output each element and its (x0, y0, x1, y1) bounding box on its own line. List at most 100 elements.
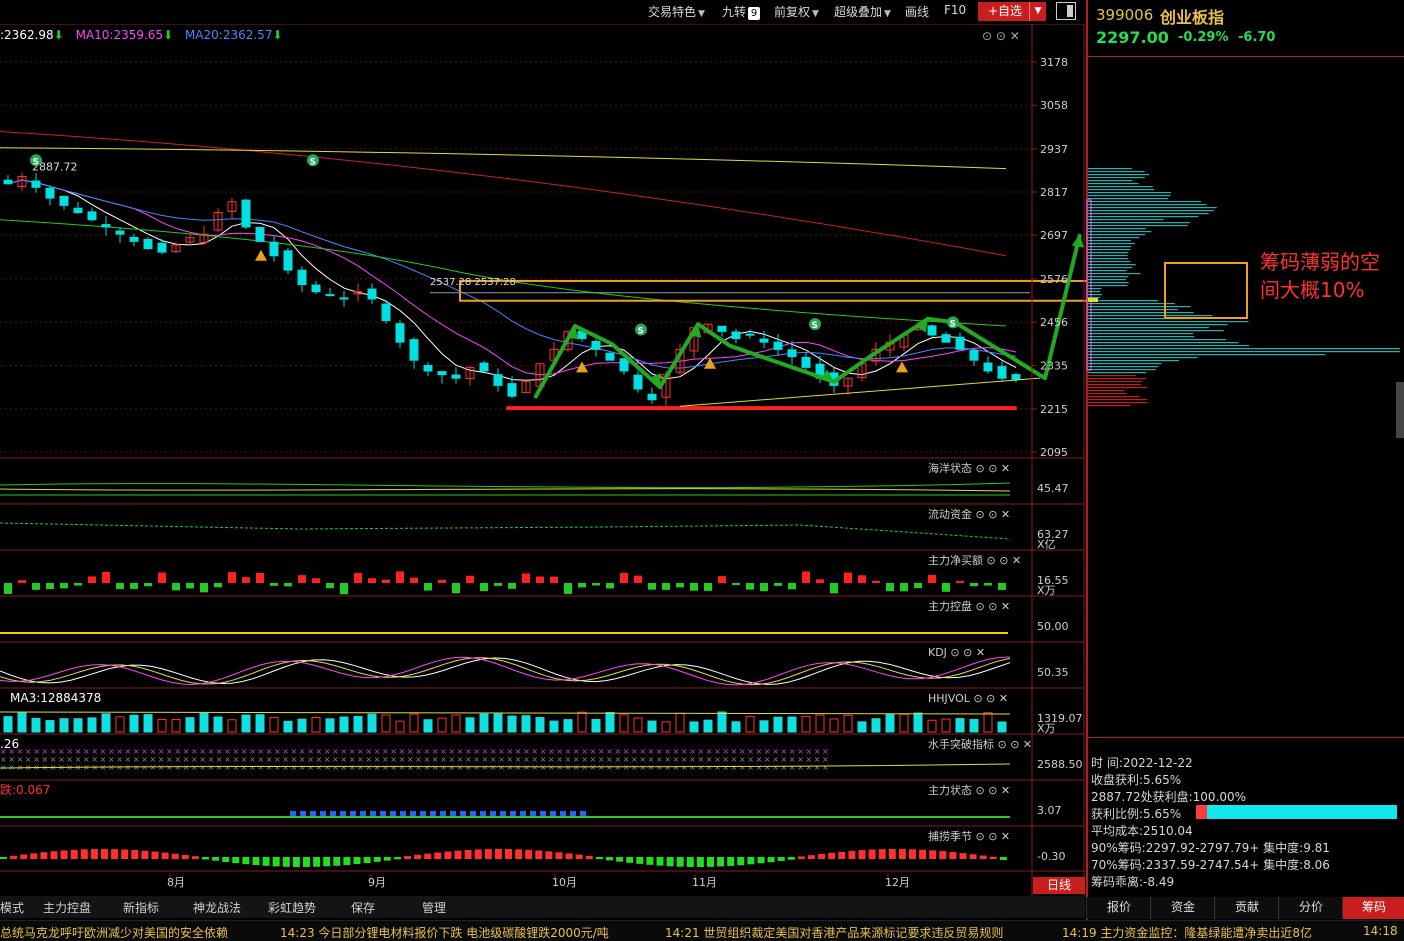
chip-profit-bar (1088, 405, 1131, 407)
sell-signal-text: S (812, 321, 818, 331)
volume-bar (283, 720, 293, 733)
netbuy-bar (214, 583, 222, 588)
tab-price-distribution[interactable]: 分价 (1278, 897, 1343, 919)
netbuy-bar (886, 583, 894, 592)
season-bar (404, 856, 411, 859)
season-bar (333, 857, 341, 866)
netbuy-bar (676, 583, 684, 588)
chip-loss-bar (1088, 240, 1131, 242)
panel-toggle-icon[interactable] (1056, 2, 1076, 20)
season-bar (828, 852, 836, 859)
menu-trading-features[interactable]: 交易特色 ▼ (648, 3, 705, 20)
season-bar (525, 849, 533, 859)
netbuy-bar (536, 576, 544, 583)
season-bar (757, 857, 765, 864)
season-bar (959, 853, 967, 859)
period-daily[interactable]: 日线 (1033, 877, 1085, 894)
candle-down (941, 334, 951, 343)
trend-line (679, 377, 1041, 407)
season-bar (0, 857, 7, 859)
tab-save[interactable]: 保存 (351, 899, 375, 916)
chip-loss-bar (1088, 195, 1171, 197)
volume-bar (45, 720, 55, 733)
tab-rainbow[interactable]: 彩虹趋势 (268, 899, 316, 916)
chip-loss-bar (1088, 276, 1129, 278)
chip-loss-bar (1088, 366, 1159, 368)
volume-bar (31, 717, 41, 733)
tab-funds[interactable]: 资金 (1150, 897, 1215, 919)
candle-down (619, 358, 629, 372)
season-bar (434, 852, 442, 859)
profit-ratio-bar (1196, 805, 1397, 819)
candle-down (801, 356, 811, 368)
menu-fq[interactable]: 前复权 ▼ (774, 3, 819, 20)
volume-bar (815, 714, 825, 733)
candle-down (367, 288, 377, 300)
season-bar (999, 857, 1007, 861)
season-bar (969, 854, 977, 859)
netbuy-bar (900, 583, 908, 592)
callout-box (1164, 262, 1248, 319)
stock-name: 创业板指 (1160, 8, 1225, 27)
netbuy-bar (18, 580, 26, 583)
tab-quote[interactable]: 报价 (1086, 897, 1151, 919)
tab-shenlong[interactable]: 神龙战法 (193, 899, 241, 916)
price-tick-label: 2456 (1040, 316, 1068, 329)
ticker-item[interactable]: 总统马克龙呼吁欧洲减少对美国的安全依赖 (0, 924, 228, 941)
state-bar (410, 811, 416, 816)
volume-bar (549, 720, 559, 733)
netbuy-bar (340, 583, 348, 595)
ticker-item[interactable]: 14:19 主力资金监控：隆基绿能遭净卖出近8亿 (1062, 924, 1312, 941)
tab-new-indicator[interactable]: 新指标 (123, 899, 159, 916)
netbuy-bar (704, 583, 712, 591)
chip-loss-bar (1088, 270, 1127, 272)
add-watchlist-button[interactable]: +自选 ▼ (978, 2, 1046, 21)
menu-jiuzhuan[interactable]: 九转 9 (722, 3, 761, 20)
kline-chart[interactable]: ⊙ ⊙ ✕2887.722537.28 2537.28S SSS S 海洋状态 ⊙ … (0, 24, 1086, 896)
chip-loss-bar (1088, 279, 1127, 281)
ticker-item[interactable]: 14:18 (1363, 924, 1398, 938)
menu-f10[interactable]: F10 (944, 3, 966, 17)
netbuy-bar (788, 583, 796, 590)
candlesticks (3, 172, 1021, 406)
chip-loss-bar (1088, 294, 1103, 296)
menu-overlay[interactable]: 超级叠加 ▼ (834, 3, 891, 20)
right-panel: 399006 创业板指 2297.00 -0.29% -6.70 时 间:202… (1086, 0, 1404, 940)
season-bar (70, 849, 78, 859)
volume-bar (829, 718, 839, 733)
season-bar (656, 857, 664, 866)
menu-draw-line[interactable]: 画线 (905, 3, 929, 20)
scrollbar[interactable] (1396, 382, 1404, 438)
dropdown-icon[interactable]: ▼ (1029, 2, 1046, 21)
season-bar (101, 849, 108, 859)
candle-down (129, 236, 139, 242)
netbuy-bar (480, 583, 488, 592)
chip-profit-bar (1088, 399, 1148, 401)
netbuy-bar (158, 572, 166, 583)
ticker-item[interactable]: 14:23 今日部分锂电材料报价下跌 电池级碳酸锂跌2000元/吨 (280, 924, 609, 941)
volume-bar (297, 718, 307, 733)
chip-loss-bar (1088, 348, 1400, 350)
netbuy-bar (382, 579, 390, 583)
chip-loss-bar (1088, 213, 1209, 215)
season-bar (151, 851, 159, 859)
tab-mode[interactable]: 模式 (0, 899, 24, 916)
chip-loss-bar (1088, 222, 1190, 224)
tab-chips[interactable]: 筹码 (1342, 897, 1404, 919)
netbuy-bar (200, 583, 208, 593)
tab-main-control[interactable]: 主力控盘 (43, 899, 91, 916)
panel-legend: 跌:0.067 (0, 782, 50, 797)
candle-down (101, 224, 111, 228)
netbuy-bar (690, 583, 698, 591)
volume-bar (675, 712, 685, 733)
tab-contribution[interactable]: 贡献 (1214, 897, 1279, 919)
state-bar (330, 811, 336, 816)
netbuy-bar (844, 572, 852, 583)
ticker-item[interactable]: 14:21 世贸组织裁定美国对香港产品来源标记要求违反贸易规则 (665, 924, 1003, 941)
liquidity-line (0, 522, 1011, 540)
netbuy-bar (802, 571, 810, 583)
tab-manage[interactable]: 管理 (422, 899, 446, 916)
season-bar (484, 849, 492, 859)
chip-profit-bar (1088, 375, 1136, 377)
volume-bar (885, 713, 895, 733)
